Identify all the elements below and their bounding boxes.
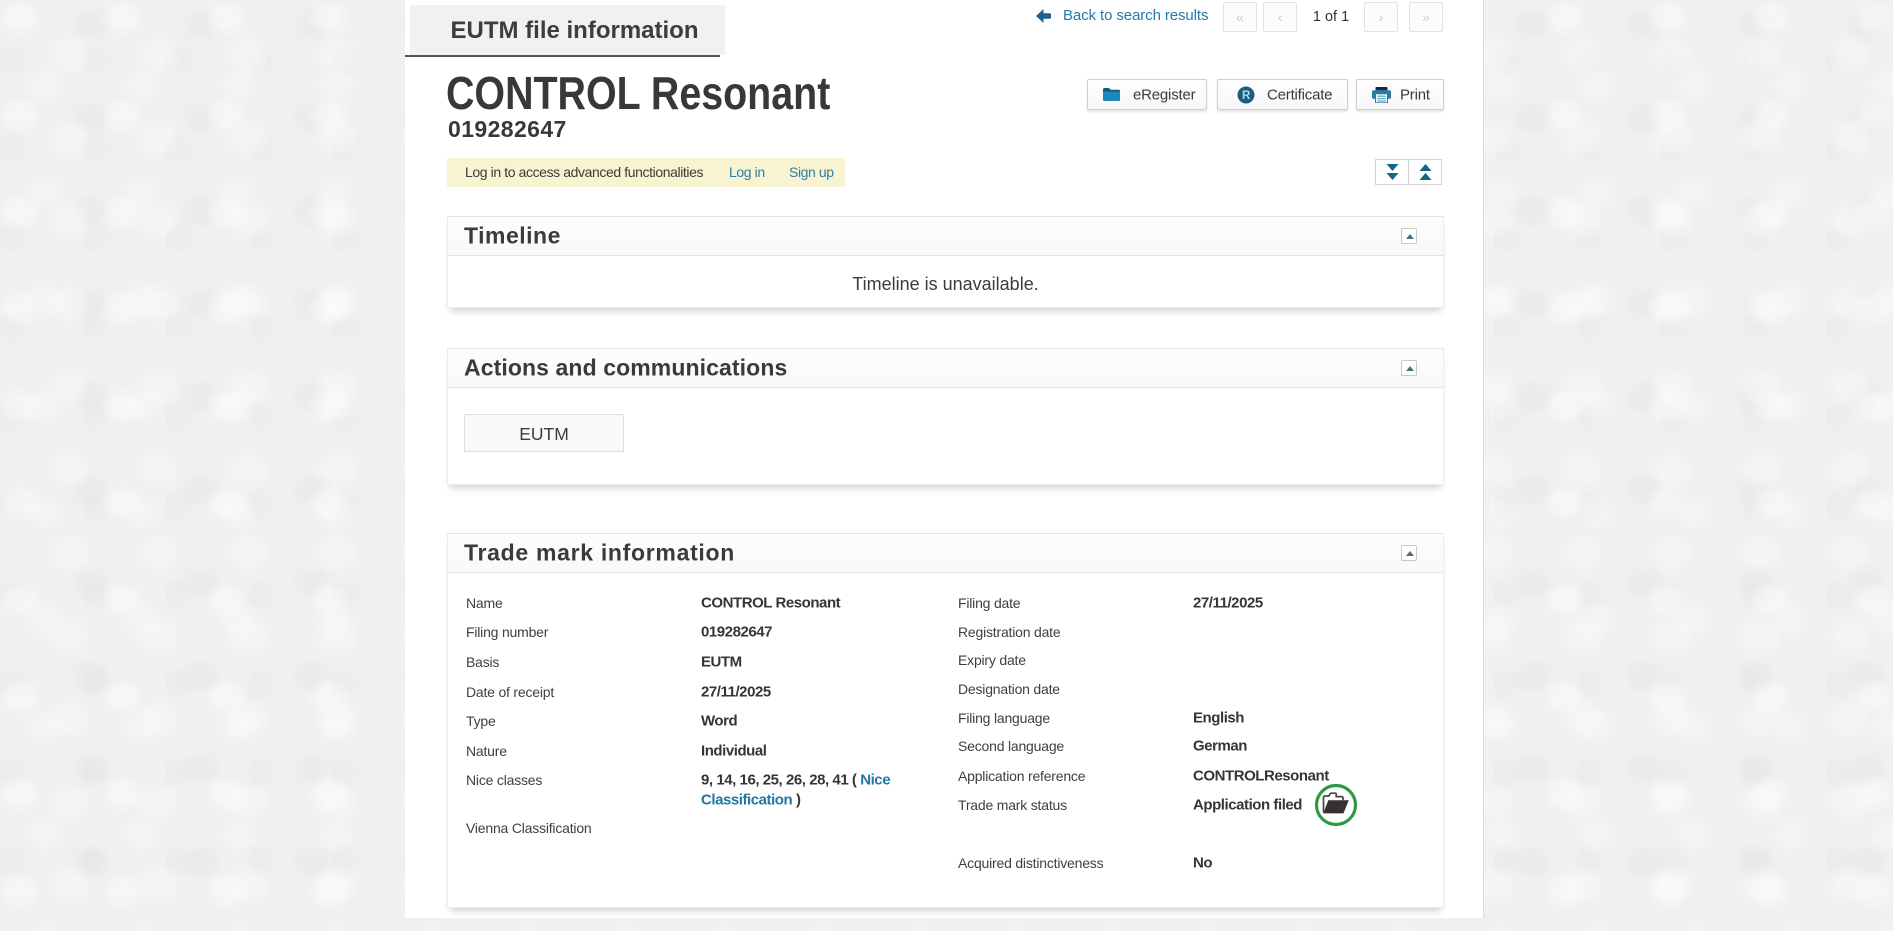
svg-text:R: R [1242,90,1251,102]
